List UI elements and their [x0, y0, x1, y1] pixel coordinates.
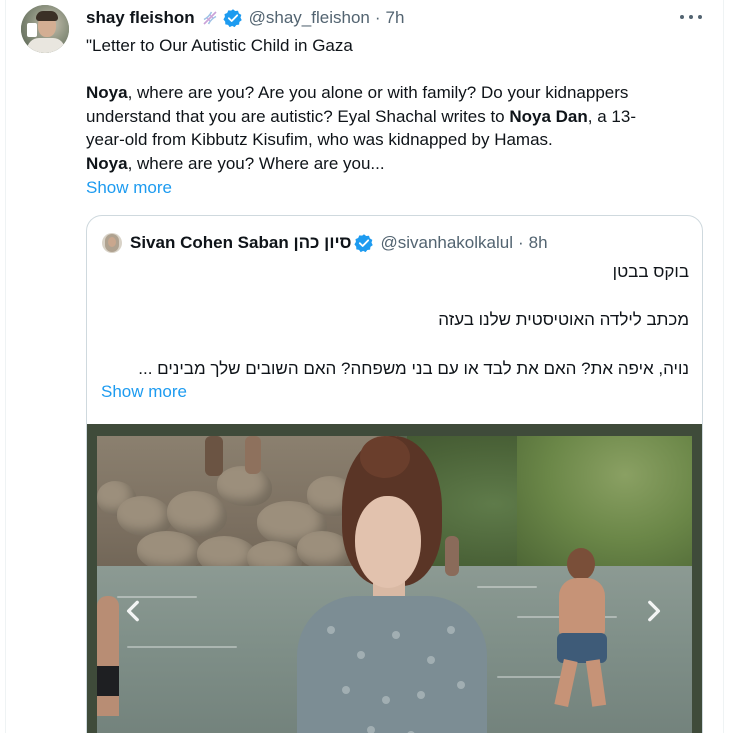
author-avatar[interactable]: [21, 5, 69, 53]
tweet-text-line: understand that you are autistic? Eyal S…: [86, 105, 696, 129]
chevron-right-icon[interactable]: [634, 592, 672, 630]
verified-badge-icon: [354, 233, 374, 253]
quoted-tweet-card[interactable]: Sivan Cohen Saban סיון כהן @sivanhakolka…: [86, 215, 703, 733]
quoted-tweet-header: Sivan Cohen Saban סיון כהן @sivanhakolka…: [102, 232, 548, 254]
dna-icon: [201, 9, 219, 27]
quoted-tweet-photo[interactable]: [87, 424, 702, 733]
show-more-link[interactable]: Show more: [86, 178, 172, 198]
text-span: understand that you are autistic? Eyal S…: [86, 106, 510, 126]
more-options-icon[interactable]: [680, 8, 702, 26]
quoted-author-avatar: [102, 233, 122, 253]
tweet-text-line: year-old from Kibbutz Kisufim, who was k…: [86, 130, 553, 150]
quoted-tweet-text-line: בוקס בבטן: [612, 262, 689, 281]
verified-badge-icon[interactable]: [223, 8, 243, 28]
bold-name: Noya: [86, 83, 128, 103]
quoted-author-handle: @sivanhakolkalul: [380, 233, 513, 252]
quoted-author-name: Sivan Cohen Saban סיון כהן: [130, 233, 352, 252]
tweet-text: "Letter to Our Autistic Child in Gaza No…: [86, 34, 696, 176]
photo-image: [97, 436, 692, 733]
text-span: , where are you? Where are you...: [127, 153, 385, 173]
quoted-tweet-text-line: נויה, איפה את? האם את לבד או עם בני משפח…: [138, 359, 689, 378]
tweet-timestamp[interactable]: 7h: [386, 8, 405, 28]
timeline-left-border: [5, 0, 6, 733]
text-span: , a 13-: [587, 106, 636, 126]
quoted-tweet-text-line: מכתב לילדה האוטיסטית שלנו בעזה: [438, 310, 689, 329]
tweet-text-line: "Letter to Our Autistic Child in Gaza: [86, 36, 353, 55]
quoted-show-more-link[interactable]: Show more: [101, 382, 187, 402]
author-handle[interactable]: @shay_fleishon: [249, 8, 370, 28]
header-separator: ·: [374, 8, 381, 27]
author-name[interactable]: shay fleishon: [86, 8, 195, 28]
bold-name: Noya: [86, 153, 128, 173]
tweet-text-line: Noya, where are you? Where are you...: [86, 152, 696, 176]
bold-name: Noya Dan: [509, 106, 588, 126]
text-span: , where are you? Are you alone or with f…: [127, 83, 629, 103]
tweet-header: shay fleishon @shay_fleishon · 7h: [86, 6, 404, 30]
timeline-right-border: [723, 0, 724, 733]
quoted-tweet-timestamp: 8h: [528, 233, 548, 252]
tweet-text-line: Noya, where are you? Are you alone or wi…: [86, 81, 696, 105]
header-separator: ·: [518, 233, 524, 252]
chevron-left-icon[interactable]: [115, 592, 153, 630]
